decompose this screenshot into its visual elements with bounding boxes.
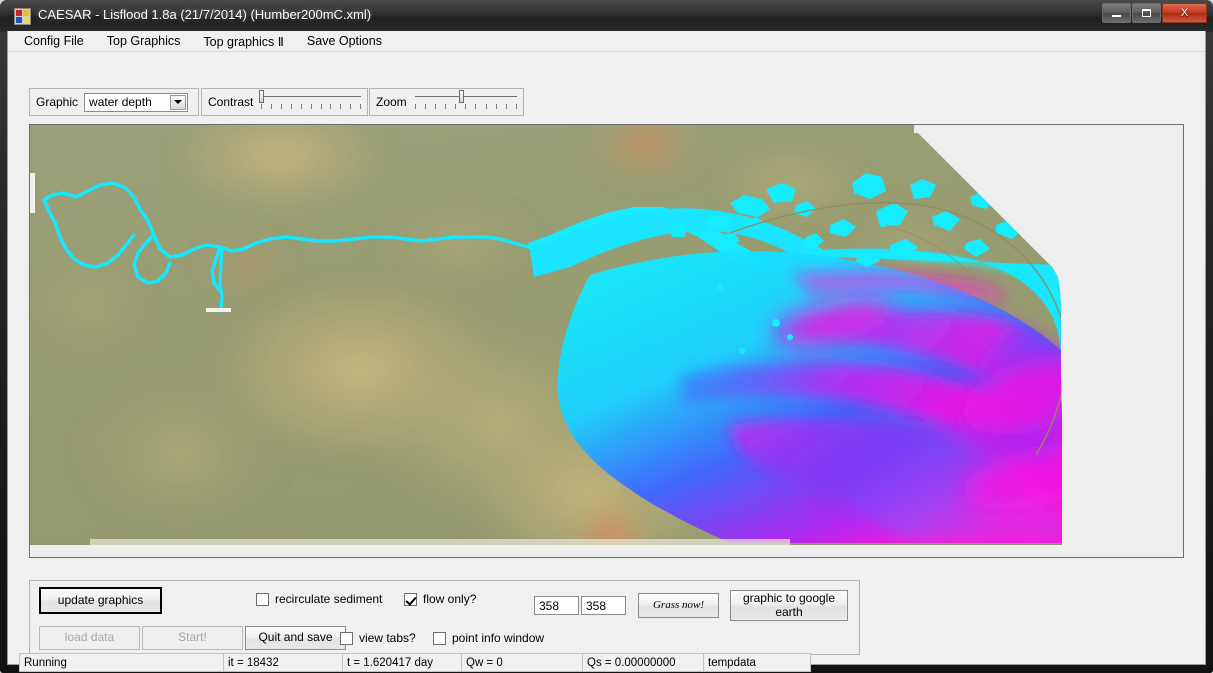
status-cell-time: t = 1.620417 day [342, 653, 462, 672]
start-button[interactable]: Start! [142, 626, 243, 650]
close-button[interactable]: X [1162, 3, 1207, 23]
close-icon: X [1180, 6, 1189, 19]
graphic-label: Graphic [36, 95, 79, 109]
control-panel-row-2: load data Start! Quit and save view tabs… [30, 623, 861, 656]
window-title: CAESAR - Lisflood 1.8a (21/7/2014) (Humb… [38, 7, 372, 22]
contrast-slider-ticks [261, 104, 361, 109]
point-info-window-label: point info window [452, 631, 545, 645]
grid-x-input[interactable]: 358 [534, 596, 579, 615]
status-cell-qs: Qs = 0.00000000 [582, 653, 704, 672]
flow-only-label: flow only? [423, 592, 477, 606]
zoom-group: Zoom [369, 88, 524, 116]
zoom-slider-ticks [414, 104, 517, 109]
update-graphics-button[interactable]: update graphics [39, 587, 162, 614]
contrast-label: Contrast [208, 95, 254, 109]
menu-save-options[interactable]: Save Options [305, 33, 384, 49]
graphic-to-google-earth-button[interactable]: graphic to google earth [730, 590, 848, 621]
zoom-slider-track [414, 96, 517, 97]
zoom-label: Zoom [376, 95, 407, 109]
chevron-down-icon[interactable] [170, 94, 187, 110]
recirculate-sediment-checkbox[interactable]: recirculate sediment [256, 592, 382, 606]
contrast-slider-track [261, 96, 361, 97]
graphic-dropdown[interactable]: water depth [84, 92, 189, 112]
zoom-slider[interactable] [413, 89, 519, 115]
flow-only-checkbox[interactable]: flow only? [404, 592, 476, 606]
menu-config-file[interactable]: Config File [22, 33, 86, 49]
contrast-slider-thumb[interactable] [259, 90, 265, 103]
menu-top-graphics[interactable]: Top Graphics [105, 33, 183, 49]
maximize-button[interactable] [1132, 3, 1161, 23]
title-bar: CAESAR - Lisflood 1.8a (21/7/2014) (Humb… [0, 0, 1213, 32]
vb-app-icon [14, 8, 31, 25]
map-edge-marker [30, 173, 35, 213]
recirculate-sediment-checkbox-box[interactable] [256, 592, 269, 606]
menu-top-graphics-2[interactable]: Top graphics Ⅱ [201, 33, 286, 50]
minimize-icon [1112, 14, 1121, 17]
graphic-dropdown-value: water depth [89, 95, 152, 109]
point-info-window-checkbox-box[interactable] [433, 631, 446, 645]
contrast-group: Contrast [201, 88, 368, 116]
zoom-slider-thumb[interactable] [459, 90, 465, 103]
maximize-icon [1142, 9, 1151, 17]
control-panel: update graphics recirculate sediment flo… [29, 580, 860, 655]
minimize-button[interactable] [1102, 3, 1131, 23]
point-info-window-checkbox[interactable]: point info window [433, 631, 544, 645]
grid-y-input[interactable]: 358 [581, 596, 626, 615]
window-controls: X [1101, 3, 1207, 23]
view-tabs-checkbox[interactable]: view tabs? [340, 631, 416, 645]
quit-and-save-button[interactable]: Quit and save [245, 626, 346, 650]
status-cell-qw: Qw = 0 [461, 653, 583, 672]
contrast-slider[interactable] [259, 89, 363, 115]
window-frame: CAESAR - Lisflood 1.8a (21/7/2014) (Humb… [0, 0, 1213, 673]
client-area: Config File Top Graphics Top graphics Ⅱ … [7, 31, 1206, 672]
application-window: CAESAR - Lisflood 1.8a (21/7/2014) (Humb… [0, 0, 1213, 673]
view-tabs-checkbox-box[interactable] [340, 631, 353, 645]
status-cell-dataset: tempdata [703, 653, 811, 672]
flow-only-checkbox-box[interactable] [404, 592, 417, 606]
status-cell-iteration: it = 18432 [223, 653, 343, 672]
recirculate-sediment-label: recirculate sediment [275, 592, 383, 606]
dem-water-depth-raster [30, 125, 1183, 557]
status-cell-state: Running [19, 653, 224, 672]
status-cell-filler [810, 653, 1197, 672]
graphic-selector-group: Graphic water depth [29, 88, 199, 116]
control-panel-row-1: update graphics recirculate sediment flo… [30, 581, 861, 623]
load-data-button[interactable]: load data [39, 626, 140, 650]
grass-now-button[interactable]: Grass now! [638, 593, 719, 618]
map-scale-marker [206, 308, 231, 312]
map-display[interactable] [29, 124, 1184, 558]
status-bar: Running it = 18432 t = 1.620417 day Qw =… [19, 653, 1196, 672]
view-tabs-label: view tabs? [359, 631, 416, 645]
menu-bar: Config File Top Graphics Top graphics Ⅱ … [8, 31, 1205, 52]
